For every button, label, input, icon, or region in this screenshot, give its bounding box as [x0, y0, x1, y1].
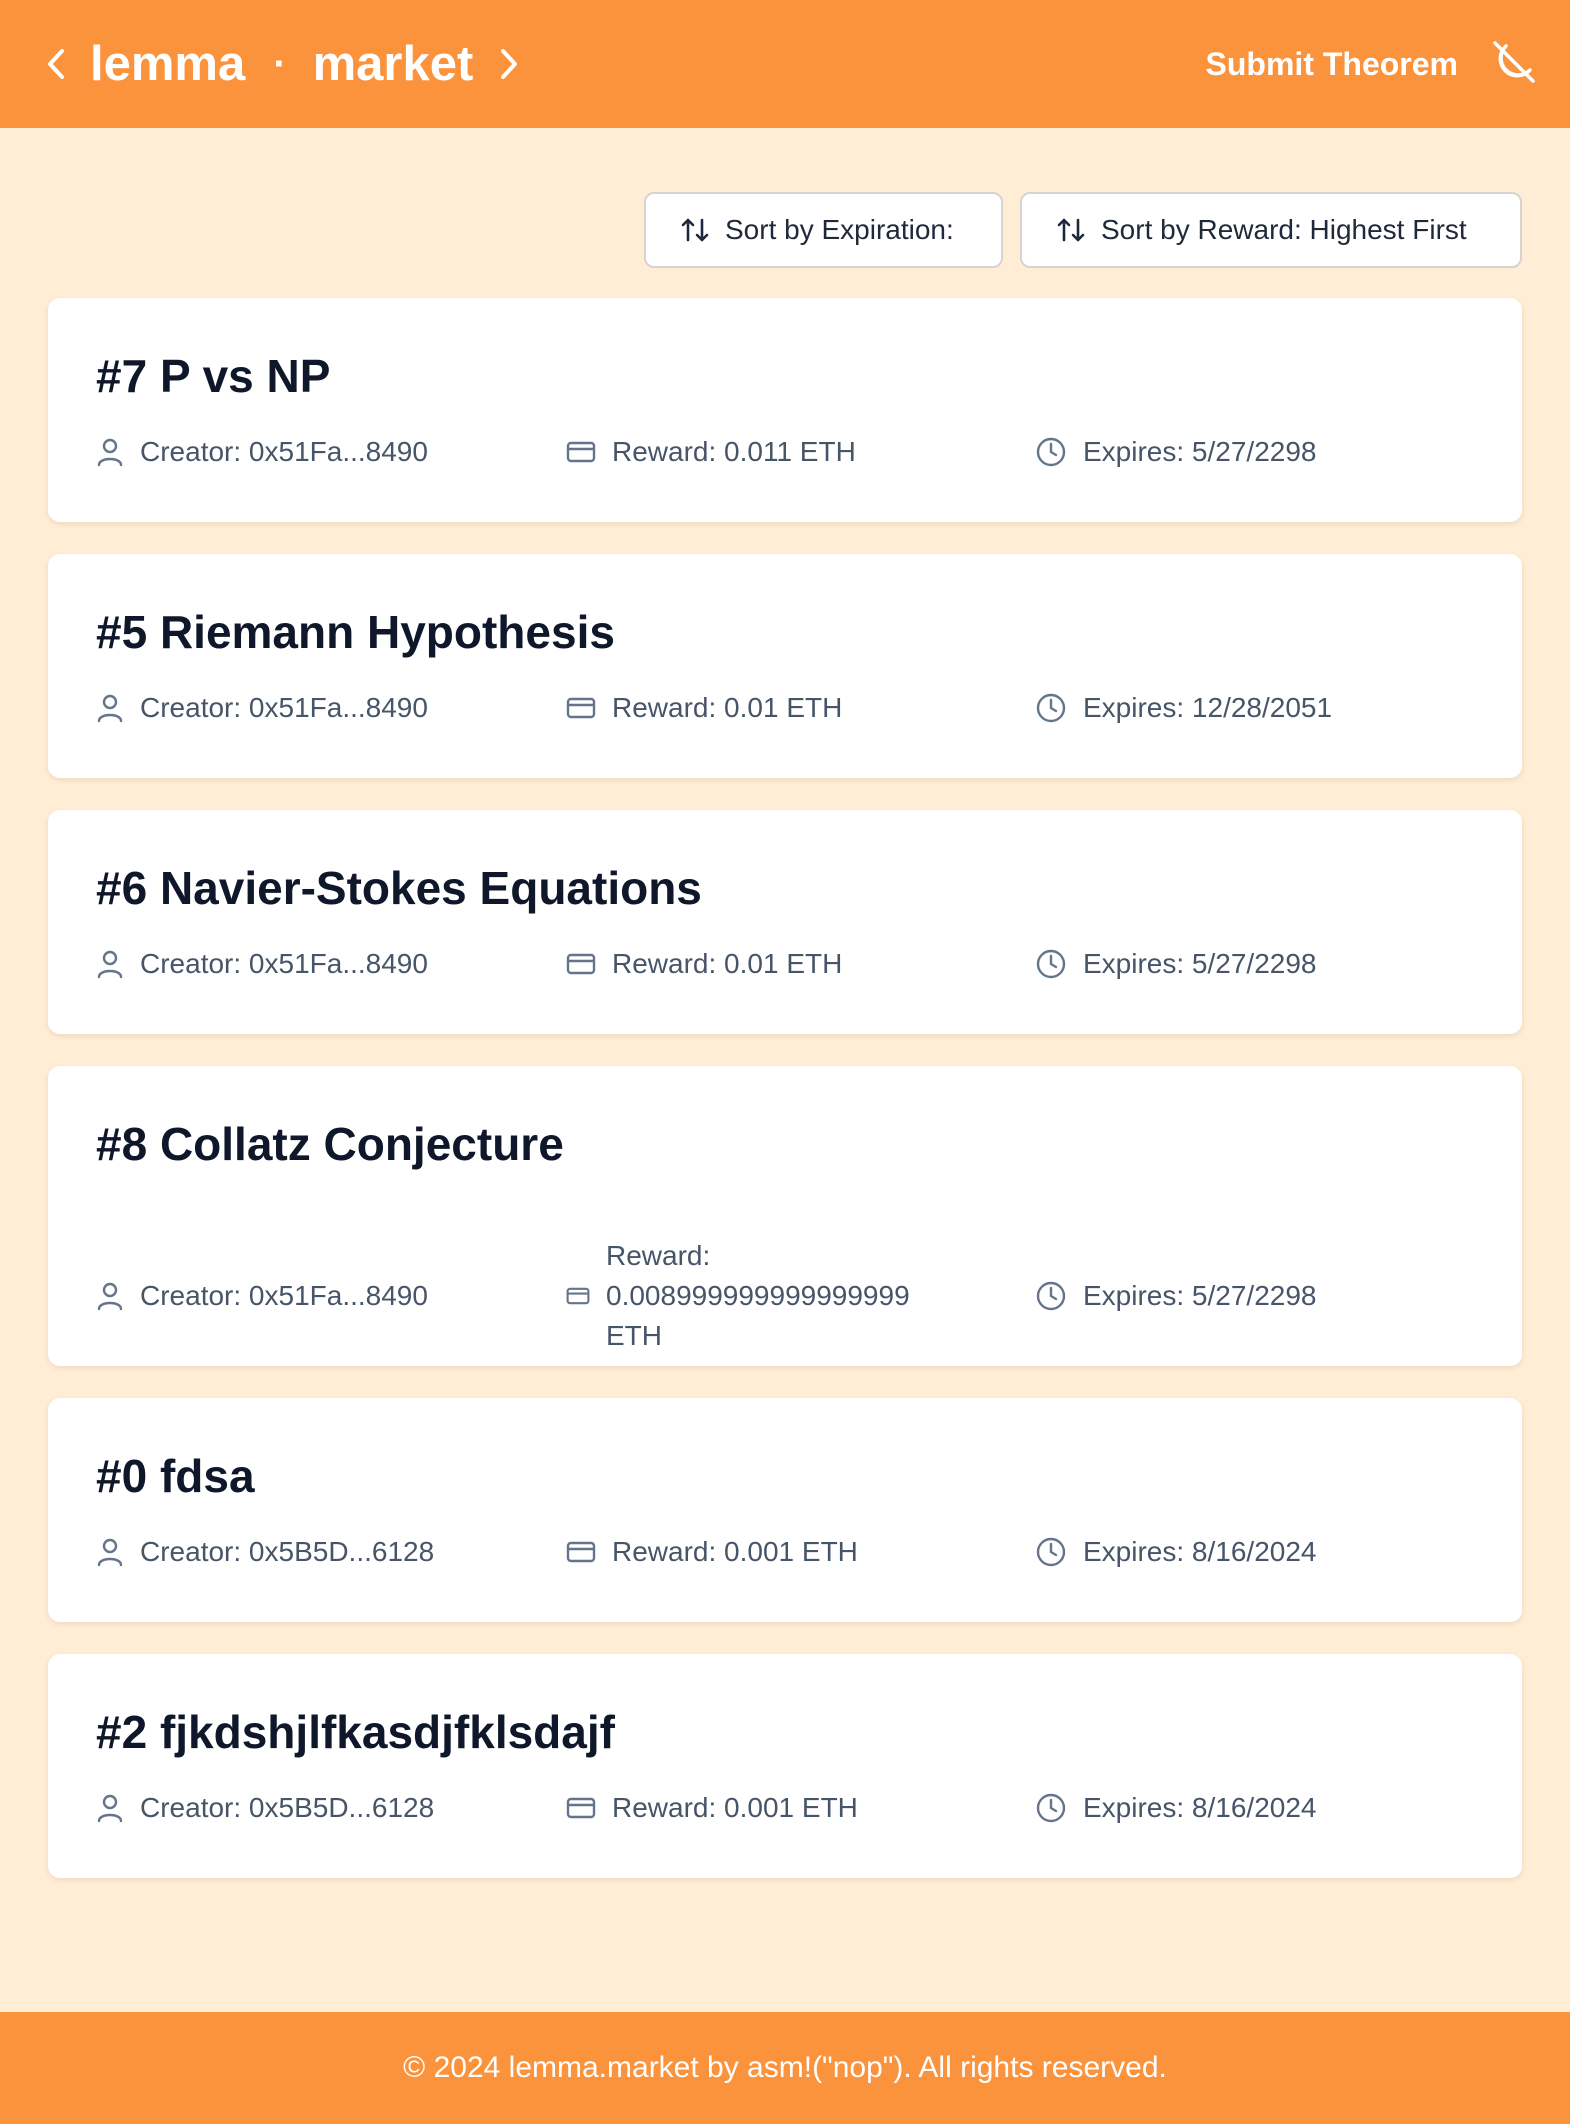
user-icon	[96, 1537, 124, 1567]
credit-card-icon	[566, 1796, 596, 1820]
theorem-meta: Creator: 0x51Fa...8490 Reward: 0.011 ETH…	[96, 432, 1474, 472]
sort-by-reward-label: Sort by Reward: Highest First	[1101, 214, 1467, 245]
creator-field: Creator: 0x5B5D...6128	[96, 1536, 566, 1568]
expires-field: Expires: 5/27/2298	[1035, 436, 1317, 468]
reward-text: Reward: 0.001 ETH	[612, 1792, 858, 1823]
theorem-card[interactable]: #2 fjkdshjlfkasdjfklsdajf Creator: 0x5B5…	[48, 1654, 1522, 1878]
expires-field: Expires: 8/16/2024	[1035, 1536, 1317, 1568]
user-icon	[96, 693, 124, 723]
creator-text: Creator: 0x51Fa...8490	[140, 692, 428, 723]
creator-field: Creator: 0x51Fa...8490	[96, 436, 566, 468]
theorem-meta: Creator: 0x5B5D...6128 Reward: 0.001 ETH…	[96, 1788, 1474, 1828]
arrow-up-down-icon	[1054, 213, 1088, 247]
clock-icon	[1035, 1280, 1067, 1312]
credit-card-icon	[566, 1286, 590, 1306]
theorem-title[interactable]: #7 P vs NP	[96, 348, 1474, 404]
expires-text: Expires: 5/27/2298	[1083, 1280, 1317, 1311]
credit-card-icon	[566, 696, 596, 720]
reward-text: Reward: 0.011 ETH	[612, 436, 856, 467]
creator-field: Creator: 0x5B5D...6128	[96, 1792, 566, 1824]
clock-icon	[1035, 1536, 1067, 1568]
theorem-card[interactable]: #6 Navier-Stokes Equations Creator: 0x51…	[48, 810, 1522, 1034]
theorem-card[interactable]: #5 Riemann Hypothesis Creator: 0x51Fa...…	[48, 554, 1522, 778]
submit-theorem-link[interactable]: Submit Theorem	[1206, 42, 1458, 86]
copyright-text: © 2024 lemma.market by asm!("nop"). All …	[403, 2051, 1167, 2084]
reward-field: Reward: 0.011 ETH	[566, 432, 1035, 472]
sort-controls: Sort by Expiration: Sort by Reward: High…	[644, 192, 1522, 268]
user-icon	[96, 1281, 124, 1311]
theorem-list: #7 P vs NP Creator: 0x51Fa...8490 Reward…	[48, 298, 1522, 1910]
reward-field: Reward: 0.01 ETH	[566, 688, 1035, 728]
clock-icon	[1035, 1792, 1067, 1824]
creator-text: Creator: 0x51Fa...8490	[140, 436, 428, 467]
brand-separator: ·	[273, 42, 287, 86]
chevron-right-icon	[495, 44, 523, 84]
theorem-card[interactable]: #8 Collatz Conjecture Creator: 0x51Fa...…	[48, 1066, 1522, 1366]
reward-text: Reward: 0.008999999999999999 ETH	[606, 1240, 910, 1351]
theorem-title[interactable]: #6 Navier-Stokes Equations	[96, 860, 1474, 916]
reward-text: Reward: 0.01 ETH	[612, 692, 843, 723]
user-icon	[96, 949, 124, 979]
arrow-up-down-icon	[678, 213, 712, 247]
expires-field: Expires: 5/27/2298	[1035, 1280, 1317, 1312]
footer: © 2024 lemma.market by asm!("nop"). All …	[0, 2012, 1570, 2124]
expires-field: Expires: 5/27/2298	[1035, 948, 1317, 980]
user-icon	[96, 1793, 124, 1823]
credit-card-icon	[566, 440, 596, 464]
brand-name-right: market	[312, 37, 474, 91]
credit-card-icon	[566, 1540, 596, 1564]
reward-text: Reward: 0.01 ETH	[612, 948, 843, 979]
reward-field: Reward: 0.001 ETH	[566, 1788, 1035, 1828]
theorem-title[interactable]: #5 Riemann Hypothesis	[96, 604, 1474, 660]
theme-toggle-button[interactable]	[1490, 40, 1538, 88]
creator-text: Creator: 0x51Fa...8490	[140, 1280, 428, 1311]
clock-icon	[1035, 436, 1067, 468]
theorem-card[interactable]: #7 P vs NP Creator: 0x51Fa...8490 Reward…	[48, 298, 1522, 522]
theorem-title[interactable]: #0 fdsa	[96, 1448, 1474, 1504]
top-nav: lemma · market Submit Theorem	[0, 0, 1570, 128]
reward-field: Reward: 0.008999999999999999 ETH	[566, 1236, 1035, 1356]
reward-field: Reward: 0.001 ETH	[566, 1532, 1035, 1572]
theorem-meta: Creator: 0x5B5D...6128 Reward: 0.001 ETH…	[96, 1532, 1474, 1572]
moon-off-icon	[1490, 38, 1538, 91]
theorem-meta: Creator: 0x51Fa...8490 Reward: 0.01 ETH …	[96, 944, 1474, 984]
reward-field: Reward: 0.01 ETH	[566, 944, 1035, 984]
creator-field: Creator: 0x51Fa...8490	[96, 692, 566, 724]
creator-text: Creator: 0x5B5D...6128	[140, 1536, 435, 1567]
sort-by-reward-button[interactable]: Sort by Reward: Highest First	[1020, 192, 1522, 268]
user-icon	[96, 437, 124, 467]
expires-text: Expires: 8/16/2024	[1083, 1792, 1317, 1823]
clock-icon	[1035, 948, 1067, 980]
theorem-title[interactable]: #8 Collatz Conjecture	[96, 1116, 1474, 1172]
brand-name-left: lemma	[90, 37, 246, 91]
credit-card-icon	[566, 952, 596, 976]
reward-text: Reward: 0.001 ETH	[612, 1536, 858, 1567]
theorem-meta: Creator: 0x51Fa...8490 Reward: 0.0089999…	[96, 1236, 1474, 1356]
expires-text: Expires: 5/27/2298	[1083, 948, 1317, 979]
clock-icon	[1035, 692, 1067, 724]
creator-field: Creator: 0x51Fa...8490	[96, 948, 566, 980]
sort-by-expiration-label: Sort by Expiration:	[725, 214, 954, 245]
creator-text: Creator: 0x51Fa...8490	[140, 948, 428, 979]
expires-text: Expires: 5/27/2298	[1083, 436, 1317, 467]
expires-field: Expires: 8/16/2024	[1035, 1792, 1317, 1824]
brand[interactable]: lemma · market	[42, 0, 523, 128]
chevron-left-icon	[42, 44, 70, 84]
creator-field: Creator: 0x51Fa...8490	[96, 1280, 566, 1312]
sort-by-expiration-button[interactable]: Sort by Expiration:	[644, 192, 1003, 268]
theorem-meta: Creator: 0x51Fa...8490 Reward: 0.01 ETH …	[96, 688, 1474, 728]
expires-field: Expires: 12/28/2051	[1035, 692, 1332, 724]
expires-text: Expires: 8/16/2024	[1083, 1536, 1317, 1567]
theorem-title[interactable]: #2 fjkdshjlfkasdjfklsdajf	[96, 1704, 1474, 1760]
creator-text: Creator: 0x5B5D...6128	[140, 1792, 435, 1823]
theorem-card[interactable]: #0 fdsa Creator: 0x5B5D...6128 Reward: 0…	[48, 1398, 1522, 1622]
expires-text: Expires: 12/28/2051	[1083, 692, 1333, 723]
